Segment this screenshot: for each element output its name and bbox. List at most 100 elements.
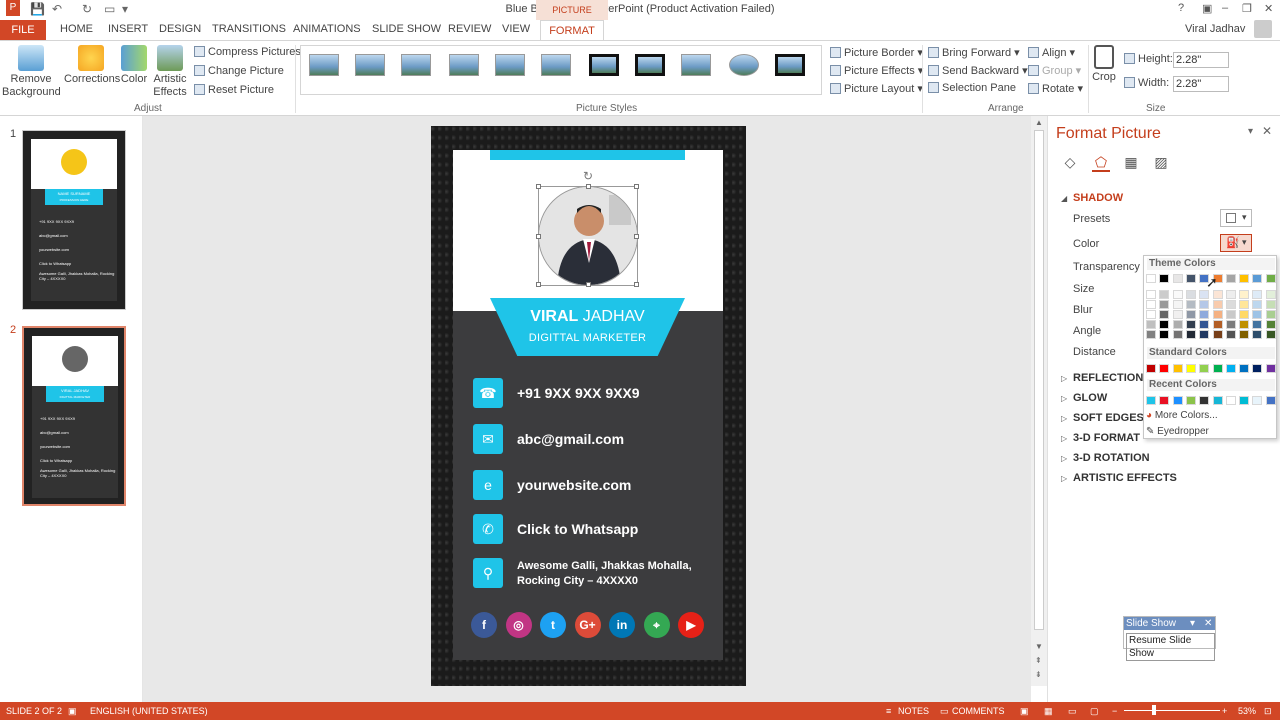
theme-color-swatch[interactable] — [1212, 330, 1223, 339]
tab-review[interactable]: REVIEW — [448, 23, 491, 35]
theme-color-swatch[interactable] — [1239, 320, 1250, 329]
zoom-level[interactable]: 53% — [1238, 706, 1256, 716]
resize-handle[interactable] — [536, 282, 541, 287]
chevron-down-icon[interactable]: ▾ — [1190, 617, 1195, 630]
picture-styles-gallery[interactable] — [300, 45, 822, 95]
theme-color-swatch[interactable] — [1159, 274, 1170, 283]
rotate-handle-icon[interactable]: ↻ — [583, 169, 593, 183]
recent-color-swatch[interactable] — [1185, 396, 1196, 405]
theme-color-swatch[interactable] — [1185, 320, 1196, 329]
theme-color-swatch[interactable] — [1199, 330, 1210, 339]
color-button[interactable]: Color — [118, 45, 150, 86]
close-pane-icon[interactable]: ✕ — [1262, 124, 1272, 138]
corrections-button[interactable]: Corrections — [64, 45, 120, 86]
resize-handle[interactable] — [536, 234, 541, 239]
tab-animations[interactable]: ANIMATIONS — [293, 23, 361, 35]
size-properties-icon[interactable]: ▦ — [1122, 154, 1140, 172]
recent-color-swatch[interactable] — [1172, 396, 1183, 405]
theme-color-swatch[interactable] — [1212, 290, 1223, 299]
theme-color-swatch[interactable] — [1252, 290, 1263, 299]
shadow-section[interactable]: SHADOW — [1073, 192, 1123, 204]
presets-dropdown[interactable]: ▾ — [1220, 209, 1252, 227]
theme-color-swatch[interactable] — [1239, 290, 1250, 299]
theme-color-swatch[interactable] — [1159, 300, 1170, 309]
next-slide-icon[interactable]: ⇟ — [1035, 670, 1042, 679]
reading-view-icon[interactable]: ▭ — [1068, 706, 1077, 717]
tab-file[interactable]: FILE — [0, 20, 46, 40]
theme-color-swatch[interactable] — [1265, 300, 1276, 309]
crop-button[interactable]: Crop — [1090, 45, 1118, 84]
theme-color-swatch[interactable] — [1172, 290, 1183, 299]
recent-color-swatch[interactable] — [1239, 396, 1250, 405]
resize-handle[interactable] — [586, 184, 591, 189]
eyedropper-option[interactable]: ✎ Eyedropper — [1146, 426, 1209, 437]
theme-color-swatch[interactable] — [1172, 300, 1183, 309]
artistic-effects-section[interactable]: ARTISTIC EFFECTS — [1073, 472, 1177, 484]
theme-color-swatch[interactable] — [1225, 320, 1236, 329]
normal-view-icon[interactable]: ▣ — [1020, 706, 1029, 717]
theme-color-swatch[interactable] — [1199, 320, 1210, 329]
resize-handle[interactable] — [634, 184, 639, 189]
minimize-button[interactable]: – — [1222, 2, 1228, 14]
zoom-slider[interactable] — [1124, 710, 1220, 711]
scroll-down-icon[interactable]: ▼ — [1035, 642, 1043, 651]
recent-color-swatch[interactable] — [1212, 396, 1223, 405]
remove-background-button[interactable]: Remove Background — [2, 45, 61, 99]
standard-color-swatch[interactable] — [1199, 364, 1210, 373]
style-thumb[interactable] — [589, 54, 619, 76]
reflection-section[interactable]: REFLECTION — [1073, 372, 1143, 384]
tab-transitions[interactable]: TRANSITIONS — [212, 23, 286, 35]
help-button[interactable]: ? — [1178, 2, 1184, 14]
expand-icon[interactable]: ▷ — [1061, 454, 1067, 463]
change-picture-button[interactable]: Change Picture — [194, 65, 284, 77]
align-button[interactable]: Align ▾ — [1028, 46, 1075, 59]
sorter-view-icon[interactable]: ▦ — [1044, 706, 1053, 717]
theme-color-swatch[interactable] — [1199, 300, 1210, 309]
standard-color-swatch[interactable] — [1239, 364, 1250, 373]
theme-color-swatch[interactable] — [1212, 310, 1223, 319]
theme-color-swatch[interactable] — [1265, 310, 1276, 319]
picture-effects-button[interactable]: Picture Effects ▾ — [830, 64, 923, 77]
slideshow-view-icon[interactable]: ▢ — [1090, 706, 1099, 717]
standard-color-swatch[interactable] — [1212, 364, 1223, 373]
fill-line-icon[interactable]: ◇ — [1061, 154, 1079, 172]
theme-color-swatch[interactable] — [1265, 290, 1276, 299]
notes-button[interactable]: NOTES — [898, 706, 929, 716]
tab-view[interactable]: VIEW — [502, 23, 530, 35]
group-button[interactable]: Group ▾ — [1028, 64, 1081, 77]
expand-icon[interactable]: ▷ — [1061, 374, 1067, 383]
theme-color-swatch[interactable] — [1225, 300, 1236, 309]
theme-color-swatch[interactable] — [1146, 300, 1156, 309]
theme-color-swatch[interactable] — [1252, 330, 1263, 339]
theme-color-swatch[interactable] — [1265, 330, 1276, 339]
prev-slide-icon[interactable]: ⇞ — [1035, 656, 1042, 665]
user-name[interactable]: Viral Jadhav — [1185, 23, 1245, 35]
standard-color-swatch[interactable] — [1172, 364, 1183, 373]
theme-color-swatch[interactable] — [1212, 300, 1223, 309]
theme-color-swatch[interactable] — [1225, 310, 1236, 319]
picture-icon[interactable]: ▨ — [1152, 154, 1170, 172]
standard-color-swatch[interactable] — [1146, 364, 1156, 373]
3d-format-section[interactable]: 3-D FORMAT — [1073, 432, 1140, 444]
theme-color-swatch[interactable] — [1252, 310, 1263, 319]
theme-color-swatch[interactable] — [1185, 330, 1196, 339]
style-thumb[interactable] — [681, 54, 711, 76]
theme-color-swatch[interactable] — [1159, 290, 1170, 299]
style-thumb[interactable] — [401, 54, 431, 76]
theme-color-swatch[interactable] — [1212, 320, 1223, 329]
theme-color-swatch[interactable] — [1239, 300, 1250, 309]
vertical-scrollbar[interactable]: ▲ ▼ ⇞ ⇟ — [1031, 116, 1047, 686]
style-thumb[interactable] — [309, 54, 339, 76]
ribbon-display-icon[interactable]: ▣ — [1202, 2, 1212, 15]
scroll-thumb[interactable] — [1034, 130, 1044, 630]
style-thumb[interactable] — [495, 54, 525, 76]
more-colors-option[interactable]: ◕ More Colors... — [1146, 410, 1218, 421]
theme-color-swatch[interactable] — [1146, 310, 1156, 319]
style-thumb[interactable] — [541, 54, 571, 76]
theme-color-swatch[interactable] — [1185, 310, 1196, 319]
style-thumb[interactable] — [635, 54, 665, 76]
zoom-slider-thumb[interactable] — [1152, 705, 1156, 715]
theme-color-swatch[interactable] — [1265, 274, 1276, 283]
theme-color-swatch[interactable] — [1239, 310, 1250, 319]
theme-color-swatch[interactable] — [1252, 274, 1263, 283]
